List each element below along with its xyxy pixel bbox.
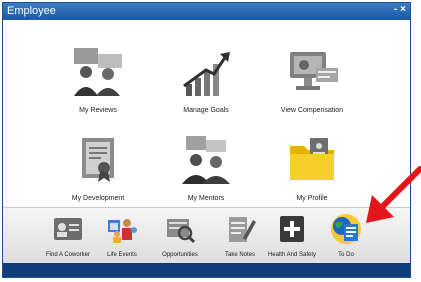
tile-view-compensation[interactable]: View Compensation xyxy=(257,46,367,114)
status-bar xyxy=(3,263,410,277)
red-arrow-annotation xyxy=(366,166,421,223)
dock-opportunities[interactable]: Opportunities xyxy=(149,214,211,258)
main-tiles-area: My Reviews Manage Goals View Compensatio… xyxy=(3,20,410,207)
tile-label: My Profile xyxy=(296,195,328,202)
tile-label: My Mentors xyxy=(187,195,225,202)
dock-label: Opportunities xyxy=(162,252,198,258)
compensation-monitor-icon xyxy=(290,52,338,90)
profile-folder-icon xyxy=(290,138,334,180)
dock-label: Life Events xyxy=(107,252,137,258)
mentors-chat-icon xyxy=(182,136,230,184)
tile-my-development[interactable]: My Development xyxy=(43,134,153,202)
dock-find-a-coworker[interactable]: Find A Coworker xyxy=(37,214,99,258)
window-title: Employee xyxy=(7,5,56,17)
tile-my-profile[interactable]: My Profile xyxy=(257,134,367,202)
tile-my-reviews[interactable]: My Reviews xyxy=(43,46,153,114)
dock-life-events[interactable]: Life Events xyxy=(91,214,153,258)
plus-cross-icon xyxy=(280,216,304,242)
globe-checklist-icon xyxy=(331,214,361,244)
tile-label: View Compensation xyxy=(280,107,344,114)
tile-label: My Reviews xyxy=(79,107,117,114)
notepad-pencil-icon xyxy=(229,217,256,242)
quick-access-dock: Find A Coworker Life Events Opportunitie… xyxy=(3,207,410,266)
employee-window: Employee - × My Reviews Manage Goals Vie… xyxy=(2,2,411,278)
tile-label: Manage Goals xyxy=(183,107,229,114)
tile-manage-goals[interactable]: Manage Goals xyxy=(151,46,261,114)
dock-health-and-safety[interactable]: Health And Safety xyxy=(261,214,323,258)
reviews-people-icon xyxy=(74,48,122,96)
growth-chart-icon xyxy=(183,52,230,96)
certificate-icon xyxy=(82,138,114,182)
dock-label: Find A Coworker xyxy=(45,252,91,258)
magnifier-doc-icon xyxy=(167,219,196,244)
id-card-icon xyxy=(54,218,82,240)
dock-label: Health And Safety xyxy=(267,252,317,258)
tile-my-mentors[interactable]: My Mentors xyxy=(151,134,261,202)
tile-label: My Development xyxy=(71,195,125,202)
dock-label: To Do xyxy=(338,252,354,258)
family-calendar-icon xyxy=(108,219,137,243)
window-controls[interactable]: - × xyxy=(394,4,406,15)
title-bar: Employee - × xyxy=(3,3,410,20)
